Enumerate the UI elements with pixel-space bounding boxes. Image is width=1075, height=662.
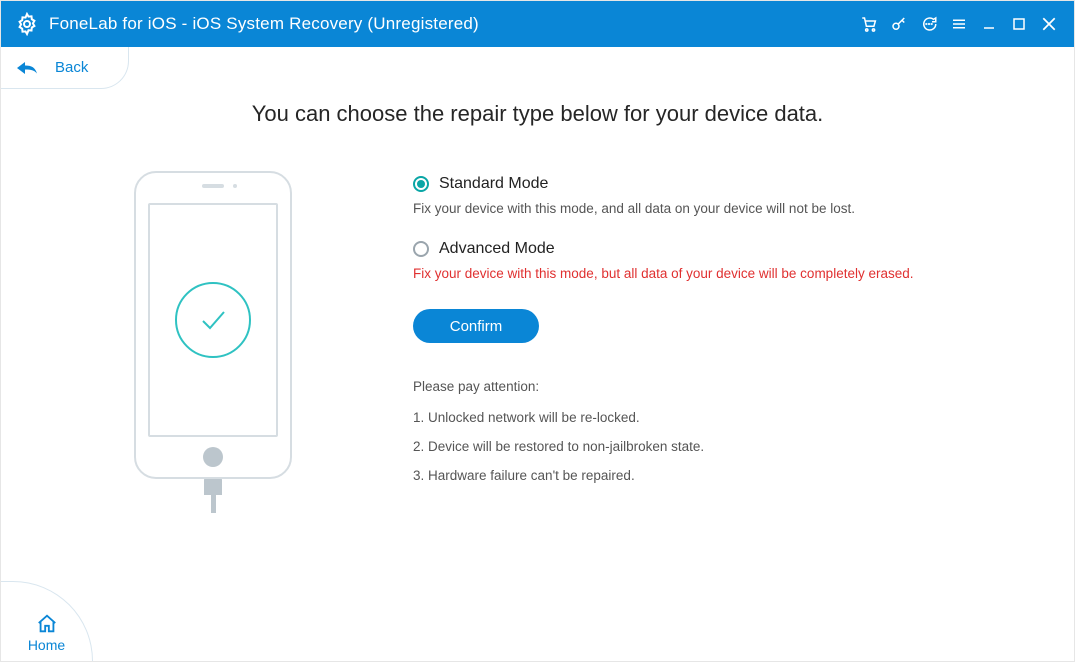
mode-advanced-desc: Fix your device with this mode, but all …: [413, 266, 1062, 281]
minimize-button[interactable]: [974, 1, 1004, 47]
checkmark-icon: [175, 282, 251, 358]
mode-advanced-label: Advanced Mode: [439, 240, 555, 258]
close-button[interactable]: [1034, 1, 1064, 47]
titlebar: FoneLab for iOS - iOS System Recovery (U…: [1, 1, 1074, 47]
page-heading: You can choose the repair type below for…: [13, 101, 1062, 127]
menu-icon[interactable]: [944, 1, 974, 47]
notes-heading: Please pay attention:: [413, 379, 1062, 394]
maximize-button[interactable]: [1004, 1, 1034, 47]
note-item: 3. Hardware failure can't be repaired.: [413, 468, 1062, 483]
note-item: 2. Device will be restored to non-jailbr…: [413, 439, 1062, 454]
radio-selected-icon: [413, 176, 429, 192]
mode-standard-desc: Fix your device with this mode, and all …: [413, 201, 1062, 216]
mode-advanced-radio[interactable]: Advanced Mode: [413, 240, 1062, 258]
feedback-icon[interactable]: [914, 1, 944, 47]
app-logo-gear-icon: [15, 12, 39, 36]
home-label: Home: [28, 637, 65, 653]
radio-unselected-icon: [413, 241, 429, 257]
key-icon[interactable]: [884, 1, 914, 47]
window-title: FoneLab for iOS - iOS System Recovery (U…: [49, 14, 479, 34]
mode-standard-label: Standard Mode: [439, 175, 548, 193]
mode-standard-radio[interactable]: Standard Mode: [413, 175, 1062, 193]
note-item: 1. Unlocked network will be re-locked.: [413, 410, 1062, 425]
confirm-button[interactable]: Confirm: [413, 309, 539, 343]
cart-icon[interactable]: [854, 1, 884, 47]
home-icon: [36, 613, 58, 635]
device-illustration: [13, 171, 413, 515]
attention-notes: Please pay attention: 1. Unlocked networ…: [413, 379, 1062, 483]
